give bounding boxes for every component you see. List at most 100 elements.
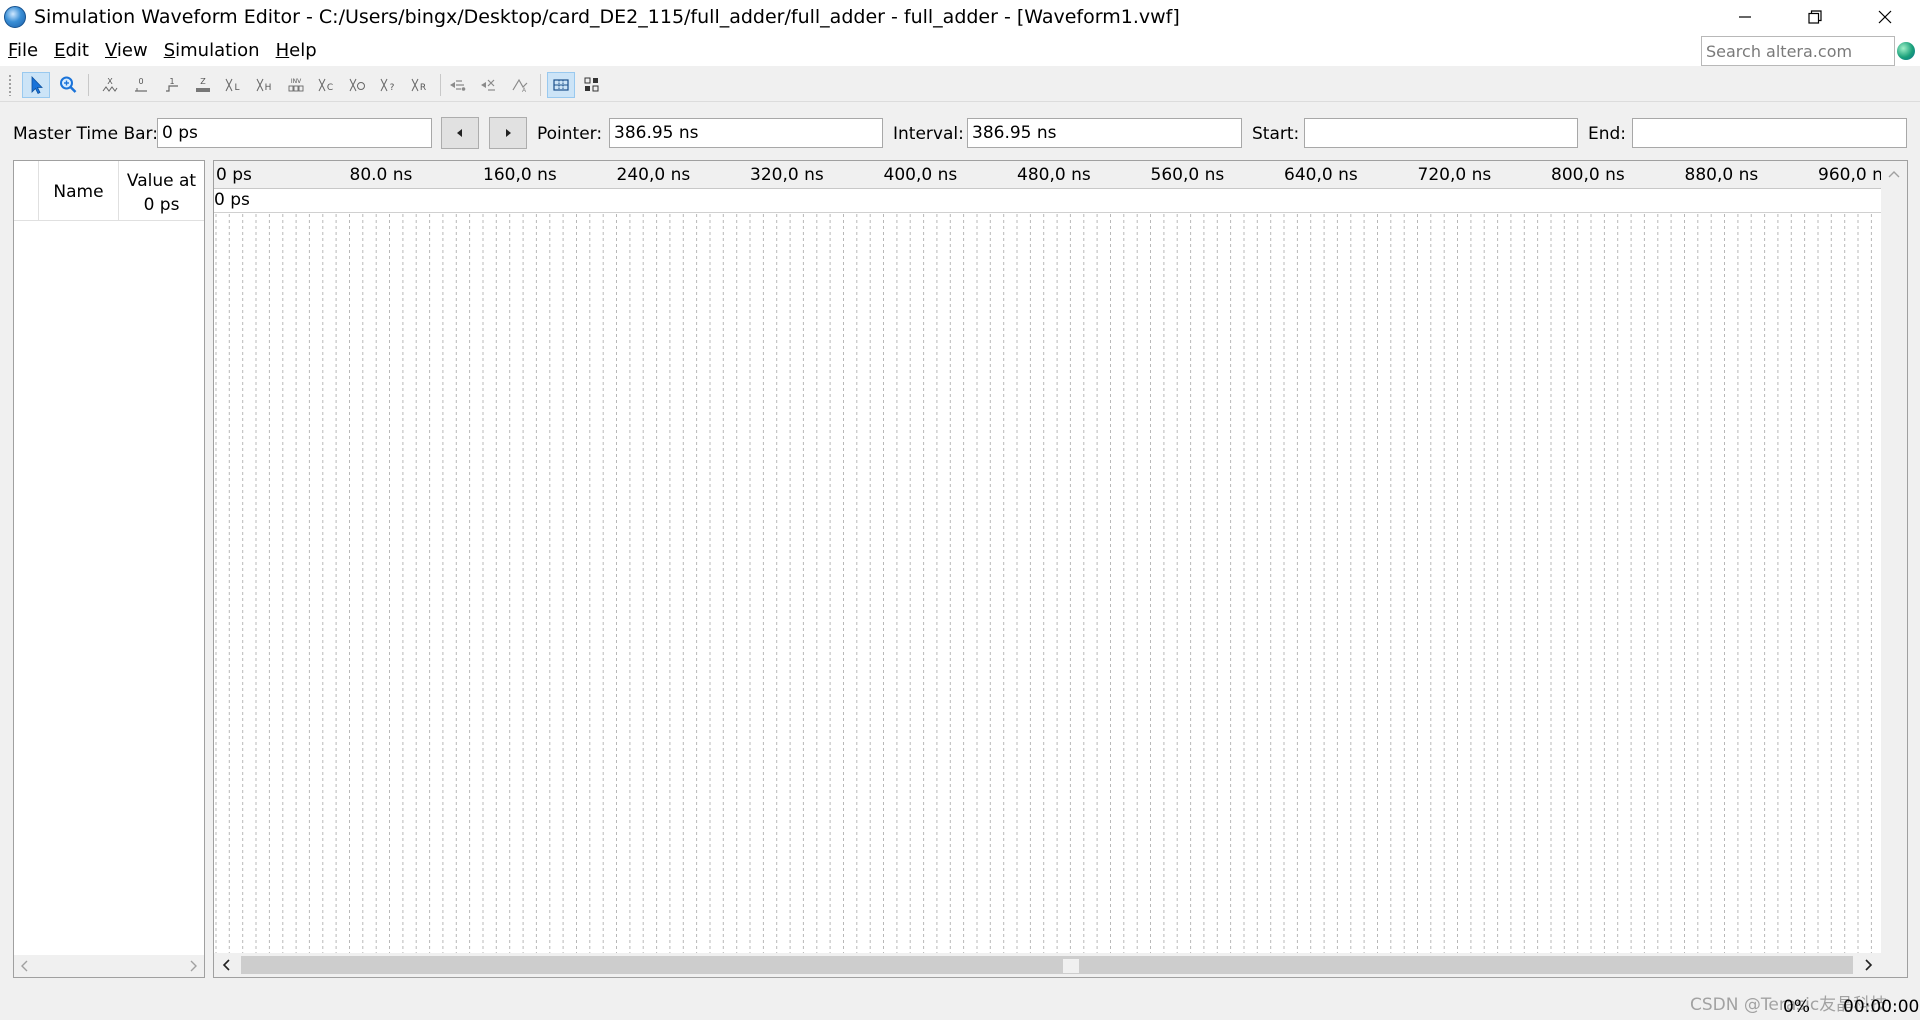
restore-button[interactable] (1780, 0, 1850, 34)
scroll-up-icon[interactable] (1888, 169, 1900, 179)
scroll-right-icon[interactable] (188, 960, 198, 972)
toolbar-grip-handle[interactable] (8, 74, 12, 96)
arbitrary-value-button[interactable]: ? (375, 72, 403, 98)
grid-lines (215, 214, 1872, 954)
time-bar-marker-row[interactable]: 0 ps (214, 189, 1881, 213)
toolbar-separator (540, 74, 541, 96)
value-column-header[interactable]: Value at 0 ps (119, 169, 204, 217)
binary-icon (584, 77, 599, 92)
menu-file-label: ile (17, 39, 39, 61)
scroll-left-icon[interactable] (20, 960, 30, 972)
pointer-input[interactable] (609, 118, 883, 148)
menu-view-mnemonic: V (104, 39, 117, 61)
name-column-header[interactable]: Name (39, 182, 118, 202)
scrollbar-thumb[interactable] (1063, 959, 1079, 973)
svg-text:?: ? (390, 83, 395, 93)
zoom-tool-button[interactable] (54, 72, 82, 98)
binary-radix-button[interactable] (578, 72, 606, 98)
force-low-icon: 0 (135, 77, 147, 92)
interval-input[interactable] (967, 118, 1242, 148)
ruler-tick-label: 320,0 ns (750, 165, 824, 185)
ruler-tick-label: 160,0 ns (483, 165, 557, 185)
time-ruler[interactable]: 0 ps 80.0 ns 160,0 ns 240,0 ns 320,0 ns 400,0… (214, 161, 1892, 189)
sort-button[interactable] (475, 72, 503, 98)
svg-text:L: L (234, 83, 239, 93)
restore-icon (1808, 10, 1822, 24)
invert-icon: INV (288, 78, 304, 92)
signal-panel-horizontal-scrollbar[interactable] (14, 955, 204, 977)
quartus-app-icon (4, 6, 26, 28)
value-header-line2: 0 ps (143, 195, 180, 215)
minimize-button[interactable] (1710, 0, 1780, 34)
force-weak-low-button[interactable]: L (220, 72, 248, 98)
force-high-icon: 1 (166, 77, 178, 92)
search-input[interactable] (1701, 36, 1895, 66)
menu-edit-label: dit (65, 39, 89, 61)
toolbar: X 0 1 Z L H INV C ? R A (0, 68, 1920, 102)
force-unknown-button[interactable]: X (96, 72, 124, 98)
count-value-icon: C (318, 78, 333, 93)
scrollbar-track[interactable] (241, 956, 1853, 974)
end-input[interactable] (1632, 118, 1907, 148)
count-value-button[interactable]: C (313, 72, 341, 98)
close-button[interactable] (1850, 0, 1920, 34)
ruler-tick-label: 400,0 ns (883, 165, 958, 185)
waveform-grid[interactable] (214, 214, 1881, 954)
menu-simulation[interactable]: Simulation (156, 40, 268, 61)
start-input[interactable] (1304, 118, 1578, 148)
arrow-right-icon (506, 129, 511, 137)
previous-transition-button[interactable] (441, 117, 479, 149)
group-button[interactable]: A (506, 72, 534, 98)
menu-edit-mnemonic: E (54, 39, 66, 61)
svg-text:C: C (327, 83, 333, 93)
ruler-tick-label: 800,0 ns (1551, 165, 1625, 185)
scroll-right-icon[interactable] (1863, 959, 1873, 971)
sort-icon (481, 79, 495, 91)
menu-help-mnemonic: H (275, 39, 290, 61)
globe-icon[interactable] (1897, 42, 1915, 60)
selection-tool-button[interactable] (22, 72, 50, 98)
force-high-button[interactable]: 1 (158, 72, 186, 98)
master-time-bar-marker[interactable]: 0 ps (214, 190, 250, 210)
waveform-horizontal-scrollbar[interactable] (214, 953, 1907, 977)
menu-file[interactable]: File (0, 40, 46, 61)
ruler-tick-label: 80.0 ns (349, 165, 413, 185)
selection-tool-icon (31, 76, 43, 95)
window-title: Simulation Waveform Editor - C:/Users/bi… (34, 6, 1180, 28)
force-low-button[interactable]: 0 (127, 72, 155, 98)
scroll-left-icon[interactable] (222, 959, 232, 971)
random-value-button[interactable]: R (406, 72, 434, 98)
clock-value-button[interactable] (344, 72, 372, 98)
arbitrary-value-icon: ? (380, 78, 395, 93)
grid-icon (553, 79, 569, 91)
ruler-tick-label: 560,0 ns (1150, 165, 1225, 185)
menu-help[interactable]: Help (268, 40, 325, 61)
invert-button[interactable]: INV (282, 72, 310, 98)
force-unknown-icon: X (102, 77, 118, 92)
menu-simulation-label: imulation (175, 39, 260, 61)
svg-text:INV: INV (291, 78, 302, 85)
svg-text:X: X (107, 77, 113, 86)
svg-text:A: A (522, 87, 527, 94)
window-controls (1710, 0, 1920, 34)
waveform-panel[interactable]: 0 ps 80.0 ns 160,0 ns 240,0 ns 320,0 ns 400,0… (213, 160, 1908, 978)
menu-view[interactable]: View (97, 40, 156, 61)
ruler-tick-label: 240,0 ns (616, 165, 691, 185)
close-icon (1878, 10, 1892, 24)
svg-text:H: H (265, 83, 272, 93)
master-time-bar-input[interactable] (157, 118, 432, 148)
grid-toggle-button[interactable] (547, 72, 575, 98)
signal-name-panel[interactable]: Name Value at 0 ps (13, 160, 205, 978)
menu-file-mnemonic: F (8, 39, 18, 61)
signal-table-header: Name Value at 0 ps (14, 161, 204, 221)
force-weak-high-button[interactable]: H (251, 72, 279, 98)
svg-text:0: 0 (138, 77, 143, 86)
waveform-vertical-scrollbar[interactable] (1881, 161, 1907, 955)
ruler-tick-label: 720,0 ns (1417, 165, 1492, 185)
force-high-impedance-button[interactable]: Z (189, 72, 217, 98)
next-transition-button[interactable] (489, 117, 527, 149)
menu-edit[interactable]: Edit (46, 40, 97, 61)
ruler-tick-label: 640,0 ns (1284, 165, 1358, 185)
snap-to-grid-button[interactable] (444, 72, 472, 98)
snap-to-grid-icon (450, 80, 466, 91)
